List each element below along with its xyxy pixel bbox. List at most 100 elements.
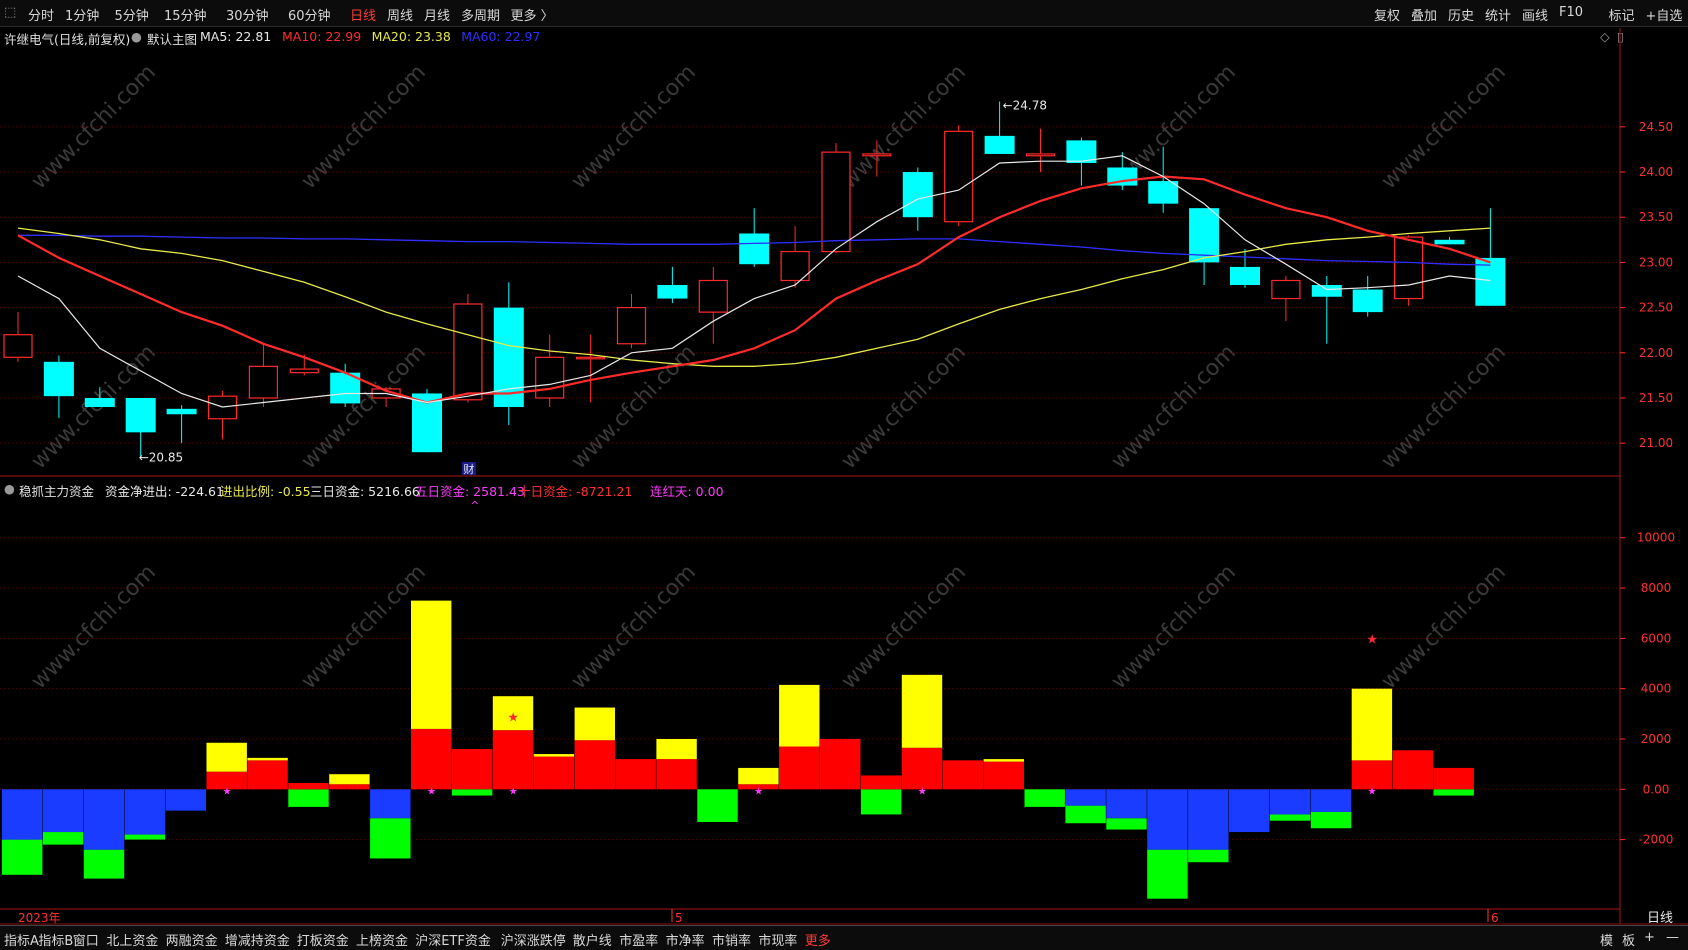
low-price-label: ←20.85 [139, 451, 183, 465]
bottom-tab[interactable]: 市盈率 [619, 930, 658, 949]
net-outflow-bar [1188, 789, 1229, 850]
watermark: www.cfchi.com [1377, 340, 1511, 474]
red-star-marker: ★ [507, 710, 519, 725]
inflow-bar [860, 775, 902, 790]
net-outflow-bar [1065, 789, 1106, 806]
finance-badge-label: 财 [463, 462, 474, 476]
candle-body [616, 306, 647, 345]
net-outflow-bar [165, 789, 206, 811]
y-tick-label: 24.50 [1639, 120, 1673, 134]
bottom-tab[interactable]: 窗口 [73, 930, 99, 949]
indicator-value: 十日资金: -8721.21 [518, 484, 633, 499]
big-inflow-bar [411, 600, 452, 729]
y-tick-label: 8000 [1641, 581, 1672, 595]
big-inflow-bar [329, 774, 370, 785]
candle-body [575, 356, 606, 360]
bottom-tab[interactable]: 打板资金 [297, 930, 349, 949]
outflow-bar [2, 839, 43, 875]
outflow-bar [42, 832, 84, 845]
bottom-right-tab[interactable]: 模 [1600, 930, 1613, 949]
candle-body [289, 368, 319, 374]
bottom-tab[interactable]: 沪深涨跌停 [501, 930, 566, 949]
y-tick-label: 23.50 [1639, 210, 1673, 224]
y-tick-label: 10000 [1637, 531, 1675, 545]
candle-body [944, 130, 974, 223]
net-outflow-bar [83, 789, 125, 850]
net-outflow-bar [1147, 789, 1188, 850]
outflow-bar [1024, 789, 1065, 807]
settings-icon[interactable]: ● [4, 481, 15, 496]
ma5-line [17, 155, 1491, 408]
watermark: www.cfchi.com [837, 560, 971, 694]
outflow-bar [1433, 789, 1474, 796]
bottom-tab[interactable]: 增减持资金 [225, 930, 290, 949]
bottom-tab[interactable]: 更多 [805, 930, 831, 949]
big-inflow-bar [574, 707, 615, 741]
candle-body [1393, 236, 1424, 300]
big-inflow-bar [206, 742, 247, 772]
candle-body [739, 233, 770, 265]
inflow-bar [288, 782, 329, 790]
inflow-bar [942, 760, 984, 790]
bottom-tab[interactable]: 沪深ETF资金 [415, 930, 491, 949]
outflow-bar [451, 789, 493, 796]
period-label: 日线 [1647, 911, 1673, 926]
indicator-value: 五日资金: 2581.43 [415, 484, 525, 499]
indicator-value: 三日资金: 5216.66 [310, 484, 420, 499]
bottom-right-tab[interactable]: + [1644, 930, 1655, 945]
candle-body [248, 365, 278, 399]
bottom-tab[interactable]: 市现率 [758, 930, 797, 949]
candle-body [984, 135, 1015, 154]
inflow-bar [1351, 760, 1393, 790]
inflow-bar [411, 728, 452, 790]
y-tick-label: 6000 [1641, 631, 1672, 645]
big-inflow-bar [656, 738, 697, 760]
inflow-bar [574, 740, 615, 790]
y-tick-label: 21.50 [1639, 391, 1673, 405]
watermark: www.cfchi.com [1107, 340, 1241, 474]
net-outflow-bar [1229, 789, 1270, 833]
bottom-tab[interactable]: 指标B [38, 930, 73, 949]
bottom-tab[interactable]: 市销率 [712, 930, 751, 949]
indicator-value: 进出比例: -0.55 [220, 484, 311, 499]
bottom-tab[interactable]: 两融资金 [166, 930, 218, 949]
outflow-bar [83, 849, 125, 879]
watermark: www.cfchi.com [297, 340, 431, 474]
inflow-bar [656, 759, 697, 790]
bottom-right-tab[interactable]: — [1666, 930, 1679, 945]
candle-body [84, 397, 115, 408]
y-tick-label: 22.00 [1639, 346, 1673, 360]
outflow-bar [1269, 814, 1311, 821]
indicator-name[interactable]: 稳抓主力资金 [19, 481, 94, 500]
indicator-value: 资金净进出: -224.61 [105, 484, 224, 499]
big-inflow-bar [533, 754, 575, 757]
candle-body [902, 172, 933, 218]
inflow-bar [901, 747, 943, 790]
net-outflow-bar [1269, 789, 1311, 815]
y-tick-label: 21.00 [1639, 436, 1673, 450]
bottom-tab[interactable]: 指标A [4, 930, 39, 949]
outflow-bar [1147, 849, 1188, 899]
candle-body [1271, 279, 1301, 300]
big-inflow-bar [738, 767, 779, 785]
bottom-tab[interactable]: 北上资金 [106, 930, 158, 949]
magenta-star-marker: ★ [222, 786, 231, 797]
candle-body [3, 334, 33, 358]
indicator-title-bar: ● 稳抓主力资金 资金净进出: -224.61 进出比例: -0.55 三日资金: 52… [0, 479, 1620, 500]
bottom-tab[interactable]: 市净率 [666, 930, 705, 949]
outflow-bar [860, 789, 902, 815]
bottom-tab[interactable]: 散户线 [573, 930, 612, 949]
outflow-bar [1106, 818, 1147, 830]
candle-body [821, 151, 851, 253]
net-outflow-bar [124, 789, 166, 835]
inflow-bar [615, 759, 656, 790]
bottom-tab[interactable]: 上榜资金 [356, 930, 408, 949]
candle-body [1230, 266, 1260, 285]
outflow-bar [288, 789, 329, 807]
inflow-bar [492, 730, 534, 790]
chart-canvas[interactable]: www.cfchi.com www.cfchi.com www.cfchi.com w… [0, 0, 1688, 949]
candle-body [698, 279, 728, 313]
bottom-right-tab[interactable]: 板 [1622, 930, 1635, 949]
inflow-bar [1433, 767, 1474, 790]
indicator-value: 连红天: 0.00 [650, 484, 724, 499]
